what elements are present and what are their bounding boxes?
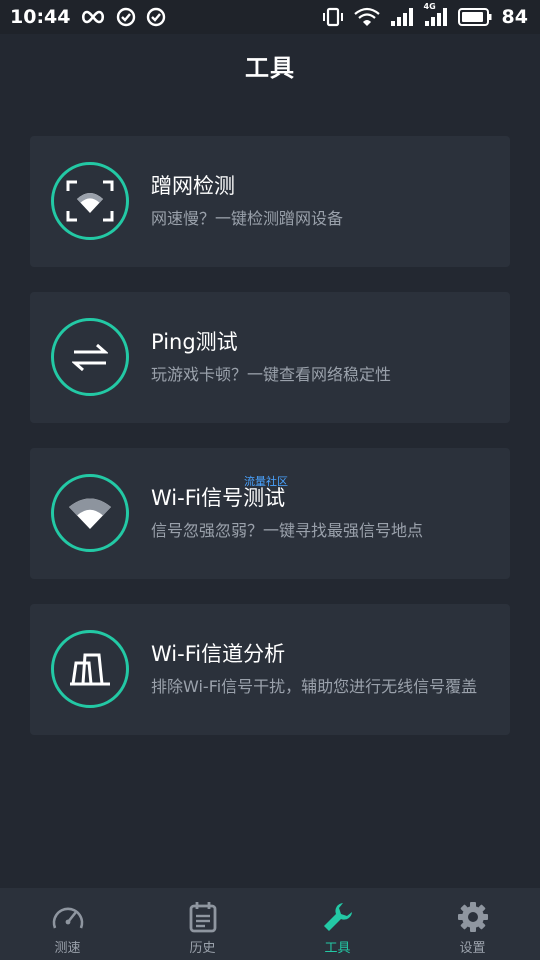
tool-card-ping-test[interactable]: Ping测试 玩游戏卡顿？一键查看网络稳定性 xyxy=(30,292,510,423)
nav-tab-tools[interactable]: 工具 xyxy=(270,888,405,960)
nav-label: 工具 xyxy=(324,941,351,956)
tool-description: 排除Wi-Fi信号干扰，辅助您进行无线信号覆盖 xyxy=(151,677,478,696)
network-type-label: 4G xyxy=(423,2,436,11)
tool-card-text: 蹭网检测 网速慢？一键检测蹭网设备 xyxy=(151,162,491,229)
tool-description: 玩游戏卡顿？一键查看网络稳定性 xyxy=(151,365,392,384)
status-bar: 10:44 4G 84 xyxy=(0,0,540,34)
tool-card-wifi-signal-test[interactable]: Wi-Fi信号测试 信号忽强忽弱？一键寻找最强信号地点 xyxy=(30,448,510,579)
check-circle-icon xyxy=(116,7,136,27)
wifi-scan-icon xyxy=(51,162,129,240)
watermark-text: 流量社区 xyxy=(244,475,288,488)
battery-icon xyxy=(457,8,492,26)
check-circle-icon xyxy=(146,7,166,27)
tool-card-text: Wi-Fi信道分析 排除Wi-Fi信号干扰，辅助您进行无线信号覆盖 xyxy=(151,630,491,697)
page-title: 工具 xyxy=(245,53,295,82)
swap-arrows-icon xyxy=(51,318,129,396)
status-time: 10:44 xyxy=(10,6,71,28)
tool-card-leech-detection[interactable]: 蹭网检测 网速慢？一键检测蹭网设备 xyxy=(30,136,510,267)
calendar-icon xyxy=(186,900,220,934)
nav-label: 测速 xyxy=(54,941,81,956)
nav-tab-speed-test[interactable]: 测速 xyxy=(0,888,135,960)
speedometer-icon xyxy=(51,900,85,934)
tool-card-wifi-channel-analysis[interactable]: Wi-Fi信道分析 排除Wi-Fi信号干扰，辅助您进行无线信号覆盖 xyxy=(30,604,510,735)
signal-icon xyxy=(390,7,414,27)
tool-list: 蹭网检测 网速慢？一键检测蹭网设备 Ping测试 玩游戏卡顿？一键查看网络稳定性… xyxy=(30,136,510,760)
tool-description: 信号忽强忽弱？一键寻找最强信号地点 xyxy=(151,521,424,540)
status-bar-left: 10:44 xyxy=(10,6,166,28)
tool-title: 蹭网检测 xyxy=(151,174,235,198)
status-bar-right: 4G 84 xyxy=(322,2,528,28)
channel-analysis-icon xyxy=(51,630,129,708)
tool-title: Ping测试 xyxy=(151,330,238,354)
wifi-signal-icon xyxy=(51,474,129,552)
battery-percent: 84 xyxy=(501,6,528,28)
page-header: 工具 xyxy=(0,34,540,96)
gear-icon xyxy=(456,900,490,934)
signal-4g-icon: 4G xyxy=(424,2,448,27)
tool-title: Wi-Fi信号测试 xyxy=(151,486,286,510)
nav-label: 历史 xyxy=(189,941,216,956)
tool-card-text: Wi-Fi信号测试 信号忽强忽弱？一键寻找最强信号地点 xyxy=(151,474,491,541)
vibrate-icon xyxy=(322,7,344,27)
wifi-icon xyxy=(353,7,380,27)
nav-tab-history[interactable]: 历史 xyxy=(135,888,270,960)
nav-label: 设置 xyxy=(459,941,486,956)
tool-card-text: Ping测试 玩游戏卡顿？一键查看网络稳定性 xyxy=(151,318,491,385)
tool-description: 网速慢？一键检测蹭网设备 xyxy=(151,209,344,228)
infinity-icon xyxy=(80,10,106,24)
bottom-nav: 测速 历史 工具 设置 xyxy=(0,888,540,960)
tool-title: Wi-Fi信道分析 xyxy=(151,642,286,666)
wrench-icon xyxy=(321,900,355,934)
nav-tab-settings[interactable]: 设置 xyxy=(405,888,540,960)
